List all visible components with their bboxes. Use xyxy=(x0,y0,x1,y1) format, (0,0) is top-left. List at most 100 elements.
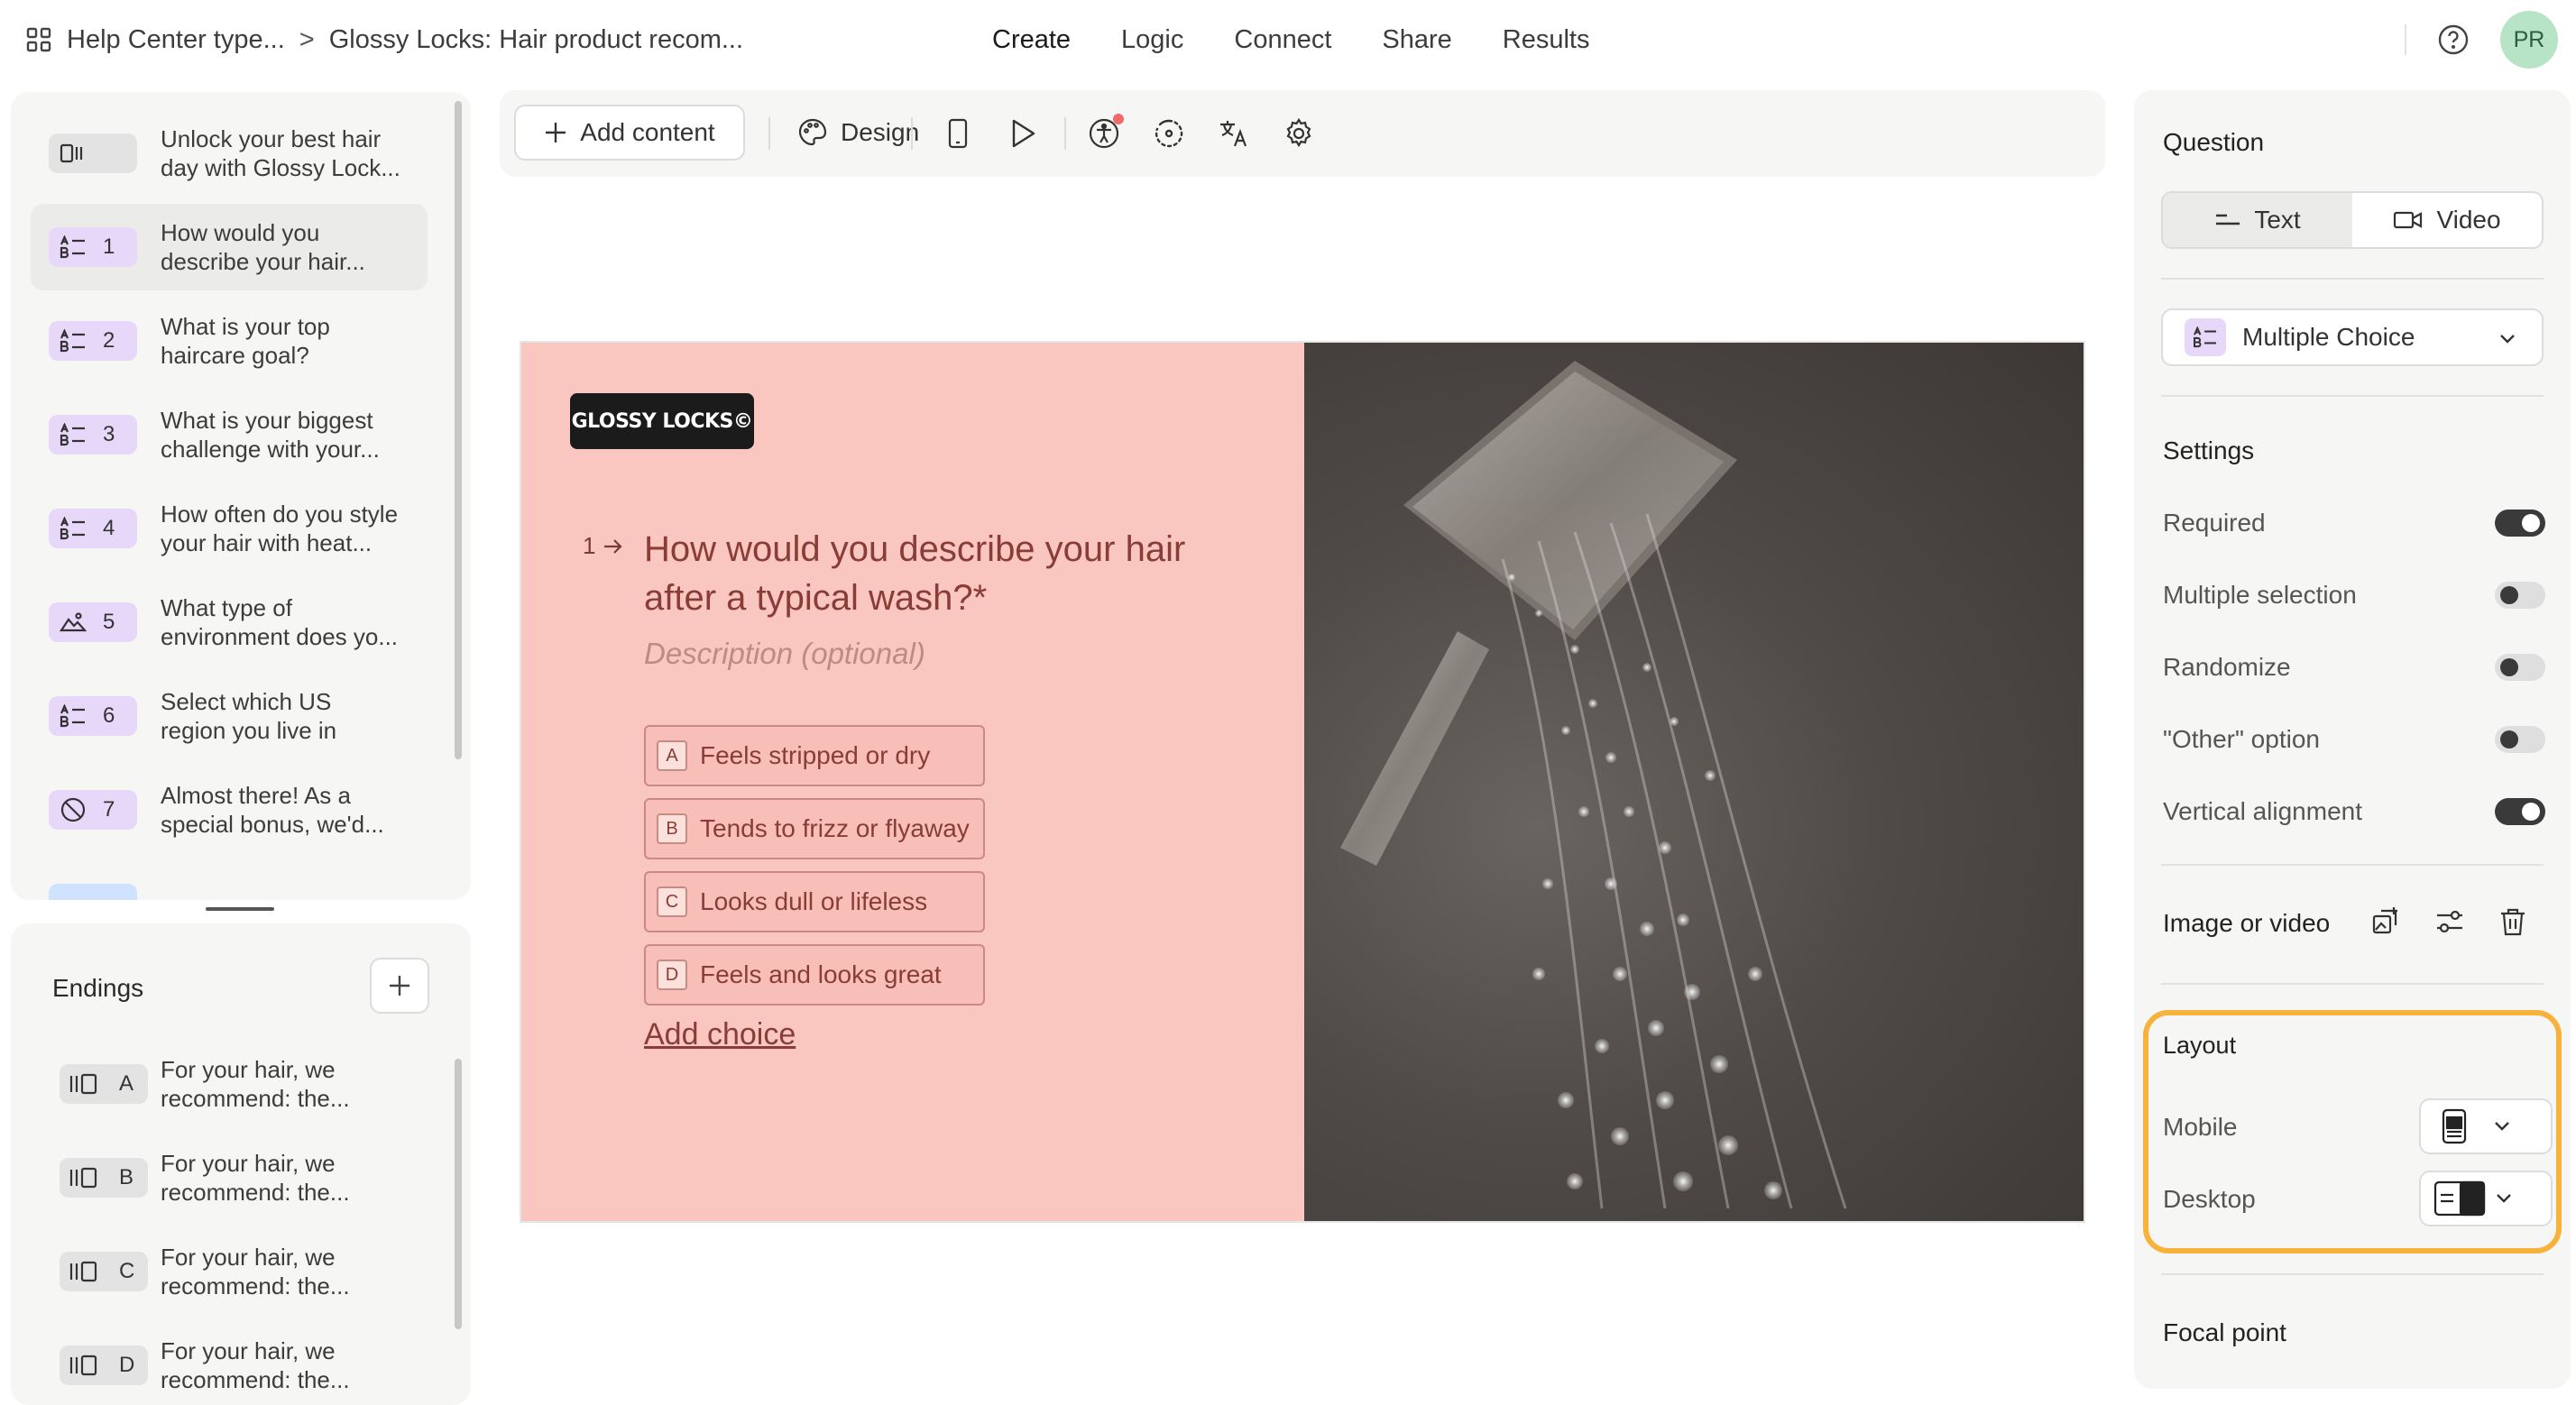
question-number: 1 xyxy=(583,532,624,560)
choice-key: B xyxy=(657,813,687,844)
form-preview-canvas: GLOSSY LOCKS© 1 How would you describe y… xyxy=(520,341,2085,1223)
choice-label: Feels and looks great xyxy=(700,960,942,988)
vertical-alignment-toggle[interactable] xyxy=(2495,798,2545,825)
desktop-layout-select[interactable] xyxy=(2419,1171,2553,1226)
plus-icon xyxy=(546,123,566,142)
setting-other-option: "Other" option xyxy=(2163,721,2545,758)
question-text: Unlock your best hair day with Glossy Loc… xyxy=(161,125,400,181)
video-format-button[interactable]: Video xyxy=(2352,193,2542,247)
image-adjust-icon[interactable] xyxy=(2433,905,2466,938)
play-preview-icon[interactable] xyxy=(1003,114,1043,153)
video-camera-icon xyxy=(2394,211,2423,229)
help-icon[interactable] xyxy=(2437,23,2470,56)
question-item-2[interactable]: 2 What is your top haircare goal? xyxy=(31,298,428,384)
replace-image-icon[interactable] xyxy=(2370,905,2403,938)
text-format-button[interactable]: Text xyxy=(2163,193,2352,247)
choice-key: C xyxy=(657,886,687,917)
tab-create[interactable]: Create xyxy=(992,25,1071,55)
focal-point-title: Focal point xyxy=(2163,1318,2286,1346)
ending-item-b[interactable]: B For your hair, we recommend: the... xyxy=(51,1136,447,1223)
top-bar: Help Center type... > Glossy Locks: Hair… xyxy=(0,0,2576,79)
choice-option[interactable]: B Tends to frizz or flyaway xyxy=(644,798,985,859)
properties-panel: Question Text Video Multiple Choice Sett… xyxy=(2134,90,2571,1389)
mobile-layout-icon xyxy=(2441,1108,2468,1144)
panel-resize-handle[interactable] xyxy=(206,907,274,911)
chevron-down-icon xyxy=(2493,1188,2515,1209)
divider xyxy=(2161,864,2544,866)
multiple-selection-toggle[interactable] xyxy=(2495,582,2545,609)
tab-logic[interactable]: Logic xyxy=(1121,25,1183,55)
mobile-layout-select[interactable] xyxy=(2419,1098,2553,1154)
accessibility-icon[interactable] xyxy=(1084,114,1124,153)
multiple-choice-icon: 4 xyxy=(49,509,137,548)
design-button[interactable]: Design xyxy=(797,105,919,161)
ending-icon: B xyxy=(60,1158,148,1198)
grid-icon[interactable] xyxy=(25,26,52,53)
divider xyxy=(2161,395,2544,397)
choice-option[interactable]: D Feels and looks great xyxy=(644,944,985,1006)
divider xyxy=(2405,24,2406,55)
delete-trash-icon[interactable] xyxy=(2497,905,2529,938)
image-or-video-title: Image or video xyxy=(2163,909,2331,937)
choice-label: Looks dull or lifeless xyxy=(700,887,928,915)
breadcrumb-form[interactable]: Glossy Locks: Hair product recom... xyxy=(329,25,743,55)
ending-icon: D xyxy=(60,1345,148,1385)
question-title[interactable]: How would you describe your hair after a… xyxy=(644,525,1221,622)
add-content-button[interactable]: Add content xyxy=(514,105,745,161)
tab-connect[interactable]: Connect xyxy=(1234,25,1331,55)
choice-option[interactable]: A Feels stripped or dry xyxy=(644,725,985,786)
multiple-choice-icon xyxy=(2185,318,2226,356)
ending-item-c[interactable]: C For your hair, we recommend: the... xyxy=(51,1230,447,1317)
question-type-dropdown[interactable]: Multiple Choice xyxy=(2161,308,2544,366)
question-item-5[interactable]: 5 What type of environment does yo... xyxy=(31,579,428,666)
multiple-choice-icon: 2 xyxy=(49,321,137,361)
required-toggle[interactable] xyxy=(2495,510,2545,537)
breadcrumb: Help Center type... > Glossy Locks: Hair… xyxy=(25,20,743,60)
video-icon xyxy=(49,884,137,900)
endings-scrollbar[interactable] xyxy=(455,1059,462,1329)
toolbar-divider xyxy=(1064,117,1066,150)
multiple-choice-icon: 1 xyxy=(49,227,137,267)
choice-key: D xyxy=(657,960,687,990)
multiple-choice-icon: 6 xyxy=(49,696,137,736)
notification-dot xyxy=(1113,114,1124,124)
ending-item-d[interactable]: D For your hair, we recommend: the... xyxy=(51,1324,447,1405)
question-item-4[interactable]: 4 How often do you style your hair with h… xyxy=(31,485,428,572)
avatar[interactable]: PR xyxy=(2500,11,2558,69)
add-choice-link[interactable]: Add choice xyxy=(644,1017,796,1052)
question-item-7[interactable]: 7 Almost there! As a special bonus, we'd.… xyxy=(31,767,428,853)
question-item-3[interactable]: 3 What is your biggest challenge with you… xyxy=(31,391,428,478)
tab-results[interactable]: Results xyxy=(1503,25,1590,55)
question-text: What is your biggest challenge with your.… xyxy=(161,407,380,463)
question-item-8[interactable] xyxy=(31,860,428,900)
editor-toolbar: Add content Design xyxy=(500,90,2105,177)
chevron-down-icon xyxy=(2497,328,2518,350)
question-item-1[interactable]: 1 How would you describe your hair... xyxy=(31,204,428,290)
shower-head-image[interactable] xyxy=(1304,343,2084,1221)
question-item-welcome[interactable]: Unlock your best hair day with Glossy Loc… xyxy=(31,110,428,197)
ending-item-a[interactable]: A For your hair, we recommend: the... xyxy=(51,1042,447,1129)
settings-gear-icon[interactable] xyxy=(1279,114,1319,153)
add-ending-button[interactable] xyxy=(370,958,429,1014)
settings-section-title: Settings xyxy=(2163,436,2255,464)
tab-share[interactable]: Share xyxy=(1382,25,1451,55)
other-option-toggle[interactable] xyxy=(2495,726,2545,753)
multiple-choice-icon: 3 xyxy=(49,415,137,455)
choice-option[interactable]: C Looks dull or lifeless xyxy=(644,871,985,932)
ending-icon: A xyxy=(60,1064,148,1104)
questions-scrollbar[interactable] xyxy=(455,101,462,759)
question-text: How often do you style your hair with hea… xyxy=(161,500,399,556)
questions-panel: Unlock your best hair day with Glossy Loc… xyxy=(11,92,471,900)
breadcrumb-workspace[interactable]: Help Center type... xyxy=(67,25,285,55)
mobile-preview-icon[interactable] xyxy=(938,114,978,153)
randomize-toggle[interactable] xyxy=(2495,654,2545,681)
setting-randomize: Randomize xyxy=(2163,649,2545,685)
translate-icon[interactable] xyxy=(1214,114,1254,153)
image-actions xyxy=(2370,905,2529,938)
question-item-6[interactable]: 6 Select which US region you live in xyxy=(31,673,428,759)
breadcrumb-separator: > xyxy=(299,24,315,54)
loading-spinner-icon[interactable] xyxy=(1149,114,1189,153)
question-text: Select which US region you live in xyxy=(161,688,337,744)
question-description[interactable]: Description (optional) xyxy=(644,637,925,671)
desktop-split-layout-icon xyxy=(2433,1180,2486,1217)
